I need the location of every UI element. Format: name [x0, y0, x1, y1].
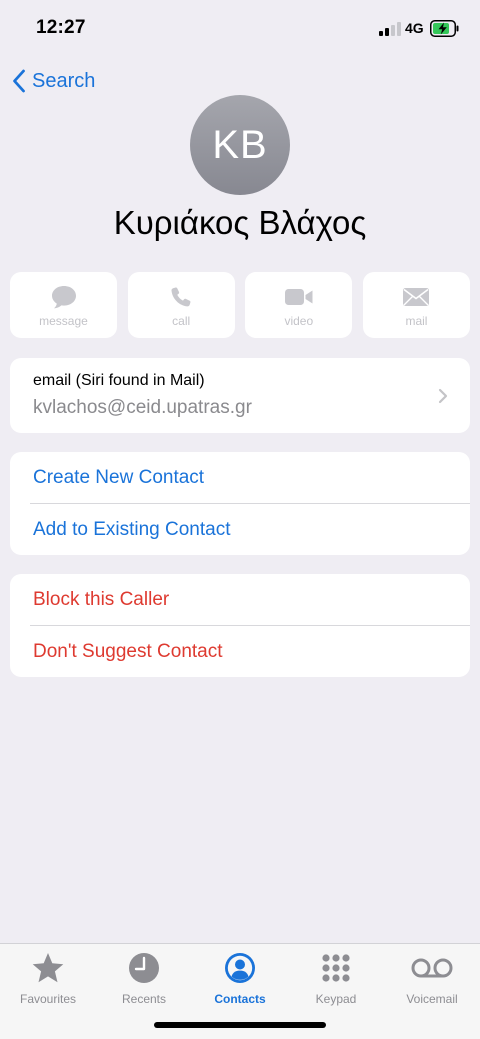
quick-actions: message call video mail: [10, 272, 470, 338]
tab-keypad[interactable]: Keypad: [288, 950, 384, 1006]
mail-icon: [402, 284, 430, 310]
call-action-label: call: [172, 314, 191, 328]
contact-avatar: KB: [190, 95, 290, 195]
keypad-icon: [321, 950, 351, 986]
mail-action-button[interactable]: mail: [362, 272, 470, 338]
contact-name: Κυριάκος Βλάχος: [113, 204, 367, 241]
message-icon: [50, 284, 78, 310]
tab-recents[interactable]: Recents: [96, 950, 192, 1006]
tab-voicemail[interactable]: Voicemail: [384, 950, 480, 1006]
call-action-button[interactable]: call: [127, 272, 235, 338]
clock-icon: [128, 950, 160, 986]
add-to-existing-contact-button[interactable]: Add to Existing Contact: [10, 504, 470, 555]
contact-options-group: Create New Contact Add to Existing Conta…: [10, 452, 470, 555]
tab-label: Voicemail: [406, 992, 458, 1006]
tab-label: Recents: [121, 992, 167, 1006]
email-field-label: email (Siri found in Mail): [33, 372, 205, 389]
caller-options-group: Block this Caller Don't Suggest Contact: [10, 574, 470, 677]
tab-label: Keypad: [315, 992, 357, 1006]
network-type: 4G: [405, 20, 424, 36]
back-label: Search: [32, 69, 96, 92]
block-caller-button[interactable]: Block this Caller: [10, 574, 470, 625]
battery-charging-icon: [430, 20, 460, 37]
create-new-contact-button[interactable]: Create New Contact: [10, 452, 470, 503]
video-icon: [284, 284, 314, 310]
cellular-signal-icon: [379, 22, 401, 36]
email-address: kvlachos@ceid.upatras.gr: [33, 397, 252, 418]
video-action-label: video: [284, 314, 314, 328]
status-bar: 12:27 4G: [0, 0, 480, 56]
tab-label: Contacts: [214, 992, 266, 1006]
home-indicator: [154, 1022, 326, 1028]
back-button[interactable]: Search: [12, 66, 95, 96]
person-circle-icon: [224, 950, 256, 986]
chevron-right-icon: [438, 388, 448, 404]
tab-contacts[interactable]: Contacts: [192, 950, 288, 1006]
email-suggestion-card[interactable]: email (Siri found in Mail) kvlachos@ceid…: [10, 358, 470, 433]
tab-favourites[interactable]: Favourites: [0, 950, 96, 1006]
dont-suggest-contact-button[interactable]: Don't Suggest Contact: [10, 626, 470, 677]
video-action-button[interactable]: video: [245, 272, 353, 338]
voicemail-icon: [410, 950, 454, 986]
phone-icon: [169, 284, 193, 310]
avatar-initials: KB: [212, 122, 268, 167]
star-icon: [31, 950, 65, 986]
chevron-left-icon: [13, 69, 25, 93]
mail-action-label: mail: [405, 314, 428, 328]
message-action-button[interactable]: message: [10, 272, 117, 338]
message-action-label: message: [39, 314, 88, 328]
tab-label: Favourites: [19, 992, 77, 1006]
status-time: 12:27: [36, 17, 86, 38]
